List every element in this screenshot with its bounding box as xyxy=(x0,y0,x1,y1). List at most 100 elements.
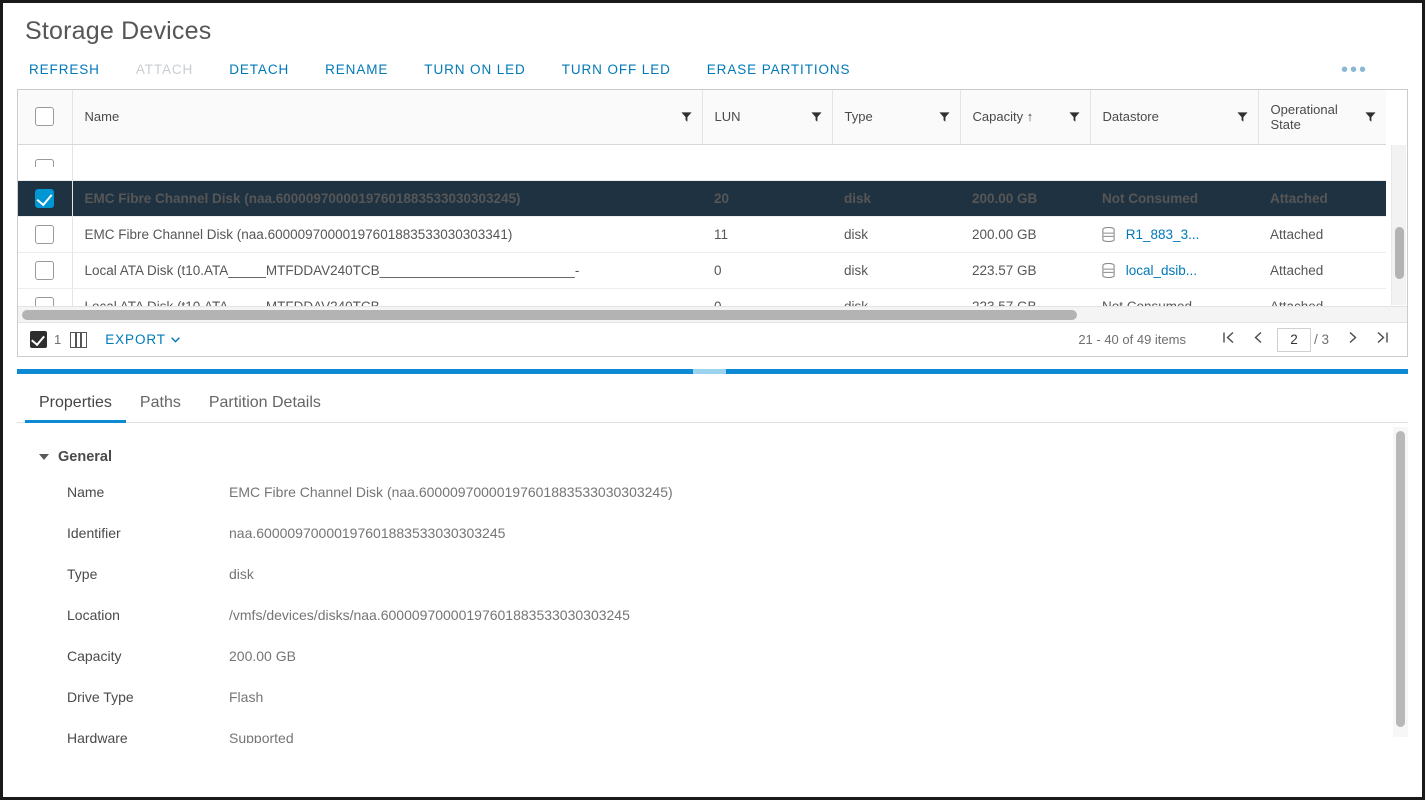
datastore-icon xyxy=(1102,226,1115,242)
row-name: EMC Fibre Channel Disk (naa.600009700001… xyxy=(72,180,702,217)
row-lun: 0 xyxy=(702,252,832,289)
row-type xyxy=(832,144,960,181)
attach-button: ATTACH xyxy=(135,62,194,77)
row-lun: 11 xyxy=(702,216,832,253)
filter-icon[interactable] xyxy=(938,111,950,122)
properties-vertical-scrollbar[interactable] xyxy=(1393,427,1408,737)
row-operational-state xyxy=(1258,144,1386,181)
column-picker-icon[interactable] xyxy=(70,331,88,348)
property-value: Supported xyxy=(229,730,294,743)
row-datastore[interactable]: R1_883_3... xyxy=(1090,216,1258,253)
row-operational-state: Attached xyxy=(1258,252,1386,289)
turn-off-led-button[interactable]: TURN OFF LED xyxy=(562,62,671,77)
property-value: 200.00 GB xyxy=(229,648,296,664)
row-checkbox[interactable] xyxy=(35,188,55,208)
row-datastore[interactable]: local_dsib... xyxy=(1090,252,1258,289)
table-row[interactable]: EMC Fibre Channel Disk (naa.600009700001… xyxy=(18,216,1386,253)
row-checkbox[interactable] xyxy=(35,260,55,280)
row-type: disk xyxy=(832,180,960,217)
property-row-hardware-acceleration: Hardware Acceleration Supported xyxy=(17,729,1408,743)
table-vertical-scroll-thumb[interactable] xyxy=(1395,227,1404,279)
footer-selection-checkbox[interactable] xyxy=(30,331,47,348)
refresh-button[interactable]: REFRESH xyxy=(29,62,100,77)
filter-icon[interactable] xyxy=(1068,111,1080,122)
row-name xyxy=(72,144,702,181)
first-page-icon[interactable] xyxy=(1214,331,1244,348)
row-checkbox[interactable] xyxy=(35,158,55,167)
column-header-datastore[interactable]: Datastore xyxy=(1090,90,1259,145)
row-capacity: 223.57 GB xyxy=(960,288,1090,306)
column-header-operational-state[interactable]: Operational State xyxy=(1258,90,1386,145)
table-row[interactable]: Local ATA Disk (t10.ATA_____MTFDDAV240TC… xyxy=(18,288,1386,306)
datastore-link[interactable]: R1_883_3... xyxy=(1126,227,1200,242)
row-checkbox-cell[interactable] xyxy=(18,180,73,217)
property-row-capacity: Capacity 200.00 GB xyxy=(17,647,1408,666)
row-type: disk xyxy=(832,252,960,289)
table-row[interactable]: EMC Fibre Channel Disk (naa.600009700001… xyxy=(18,180,1386,217)
property-row-location: Location /vmfs/devices/disks/naa.6000097… xyxy=(17,606,1408,625)
next-page-icon[interactable] xyxy=(1337,331,1367,348)
row-operational-state: Attached xyxy=(1258,216,1386,253)
property-key: Name xyxy=(67,484,105,500)
table-horizontal-scrollbar[interactable] xyxy=(18,306,1407,322)
row-operational-state: Attached xyxy=(1258,288,1386,306)
property-key: Location xyxy=(67,607,120,623)
select-all-checkbox[interactable] xyxy=(35,107,55,127)
property-value: Flash xyxy=(229,689,264,705)
ellipsis-icon[interactable]: ••• xyxy=(1341,60,1368,80)
detach-button[interactable]: DETACH xyxy=(229,62,289,77)
row-name: Local ATA Disk (t10.ATA_____MTFDDAV240TC… xyxy=(72,252,702,289)
row-checkbox-cell[interactable] xyxy=(18,252,73,289)
row-type: disk xyxy=(832,288,960,306)
row-name: EMC Fibre Channel Disk (naa.600009700001… xyxy=(72,216,702,253)
column-header-capacity[interactable]: Capacity ↑ xyxy=(960,90,1091,145)
previous-page-icon[interactable] xyxy=(1244,331,1274,348)
rename-button[interactable]: RENAME xyxy=(325,62,388,77)
table-row[interactable] xyxy=(18,144,1386,181)
table-footer: 1 EXPORT 21 - 40 of 49 items 2 / 3 xyxy=(18,322,1407,356)
row-checkbox-cell[interactable] xyxy=(18,216,73,253)
column-header-name[interactable]: Name xyxy=(72,90,703,145)
property-key: Hardware Acceleration xyxy=(67,730,128,743)
properties-vertical-scroll-thumb[interactable] xyxy=(1396,431,1405,727)
tab-properties[interactable]: Properties xyxy=(25,388,126,423)
filter-icon[interactable] xyxy=(810,111,822,122)
chevron-down-icon xyxy=(171,336,180,343)
page-total: / 3 xyxy=(1313,332,1329,347)
export-button[interactable]: EXPORT xyxy=(105,332,180,347)
tab-partition-details[interactable]: Partition Details xyxy=(195,388,335,422)
column-header-lun[interactable]: LUN xyxy=(702,90,833,145)
filter-icon[interactable] xyxy=(680,111,692,122)
row-checkbox-cell[interactable] xyxy=(18,144,73,181)
table-header-row: Name LUN Type Capacity ↑ Datastore Opera… xyxy=(18,90,1386,145)
table-horizontal-scroll-thumb[interactable] xyxy=(22,310,1077,320)
filter-icon[interactable] xyxy=(1236,111,1248,122)
row-checkbox-cell[interactable] xyxy=(18,288,73,306)
table-vertical-scrollbar[interactable] xyxy=(1391,145,1406,305)
property-value: naa.60000970000197601883533030303245 xyxy=(229,525,506,541)
last-page-icon[interactable] xyxy=(1367,331,1397,348)
row-operational-state: Attached xyxy=(1258,180,1386,217)
column-header-type[interactable]: Type xyxy=(832,90,961,145)
splitter-grab-handle[interactable] xyxy=(693,369,726,374)
row-checkbox[interactable] xyxy=(35,296,55,306)
filter-icon[interactable] xyxy=(1365,111,1376,122)
panel-splitter[interactable] xyxy=(17,369,1408,374)
tab-paths[interactable]: Paths xyxy=(126,388,195,422)
page-number-input[interactable]: 2 xyxy=(1276,327,1311,352)
table-row[interactable]: Local ATA Disk (t10.ATA_____MTFDDAV240TC… xyxy=(18,252,1386,289)
turn-on-led-button[interactable]: TURN ON LED xyxy=(424,62,525,77)
row-checkbox[interactable] xyxy=(35,224,55,244)
erase-partitions-button[interactable]: ERASE PARTITIONS xyxy=(707,62,851,77)
general-section-toggle[interactable]: General xyxy=(39,449,1408,465)
datastore-link[interactable]: local_dsib... xyxy=(1126,263,1197,278)
detail-tabs: Properties Paths Partition Details xyxy=(17,388,1408,423)
property-key: Identifier xyxy=(67,525,121,541)
row-capacity: 223.57 GB xyxy=(960,252,1090,289)
storage-devices-panel: Storage Devices REFRESH ATTACH DETACH RE… xyxy=(0,0,1425,800)
general-section-title: General xyxy=(58,449,112,465)
property-row-identifier: Identifier naa.6000097000019760188353303… xyxy=(17,524,1408,543)
property-row-name: Name EMC Fibre Channel Disk (naa.6000097… xyxy=(17,483,1408,502)
row-name: Local ATA Disk (t10.ATA_____MTFDDAV240TC… xyxy=(72,288,702,306)
datastore-icon xyxy=(1102,262,1115,278)
